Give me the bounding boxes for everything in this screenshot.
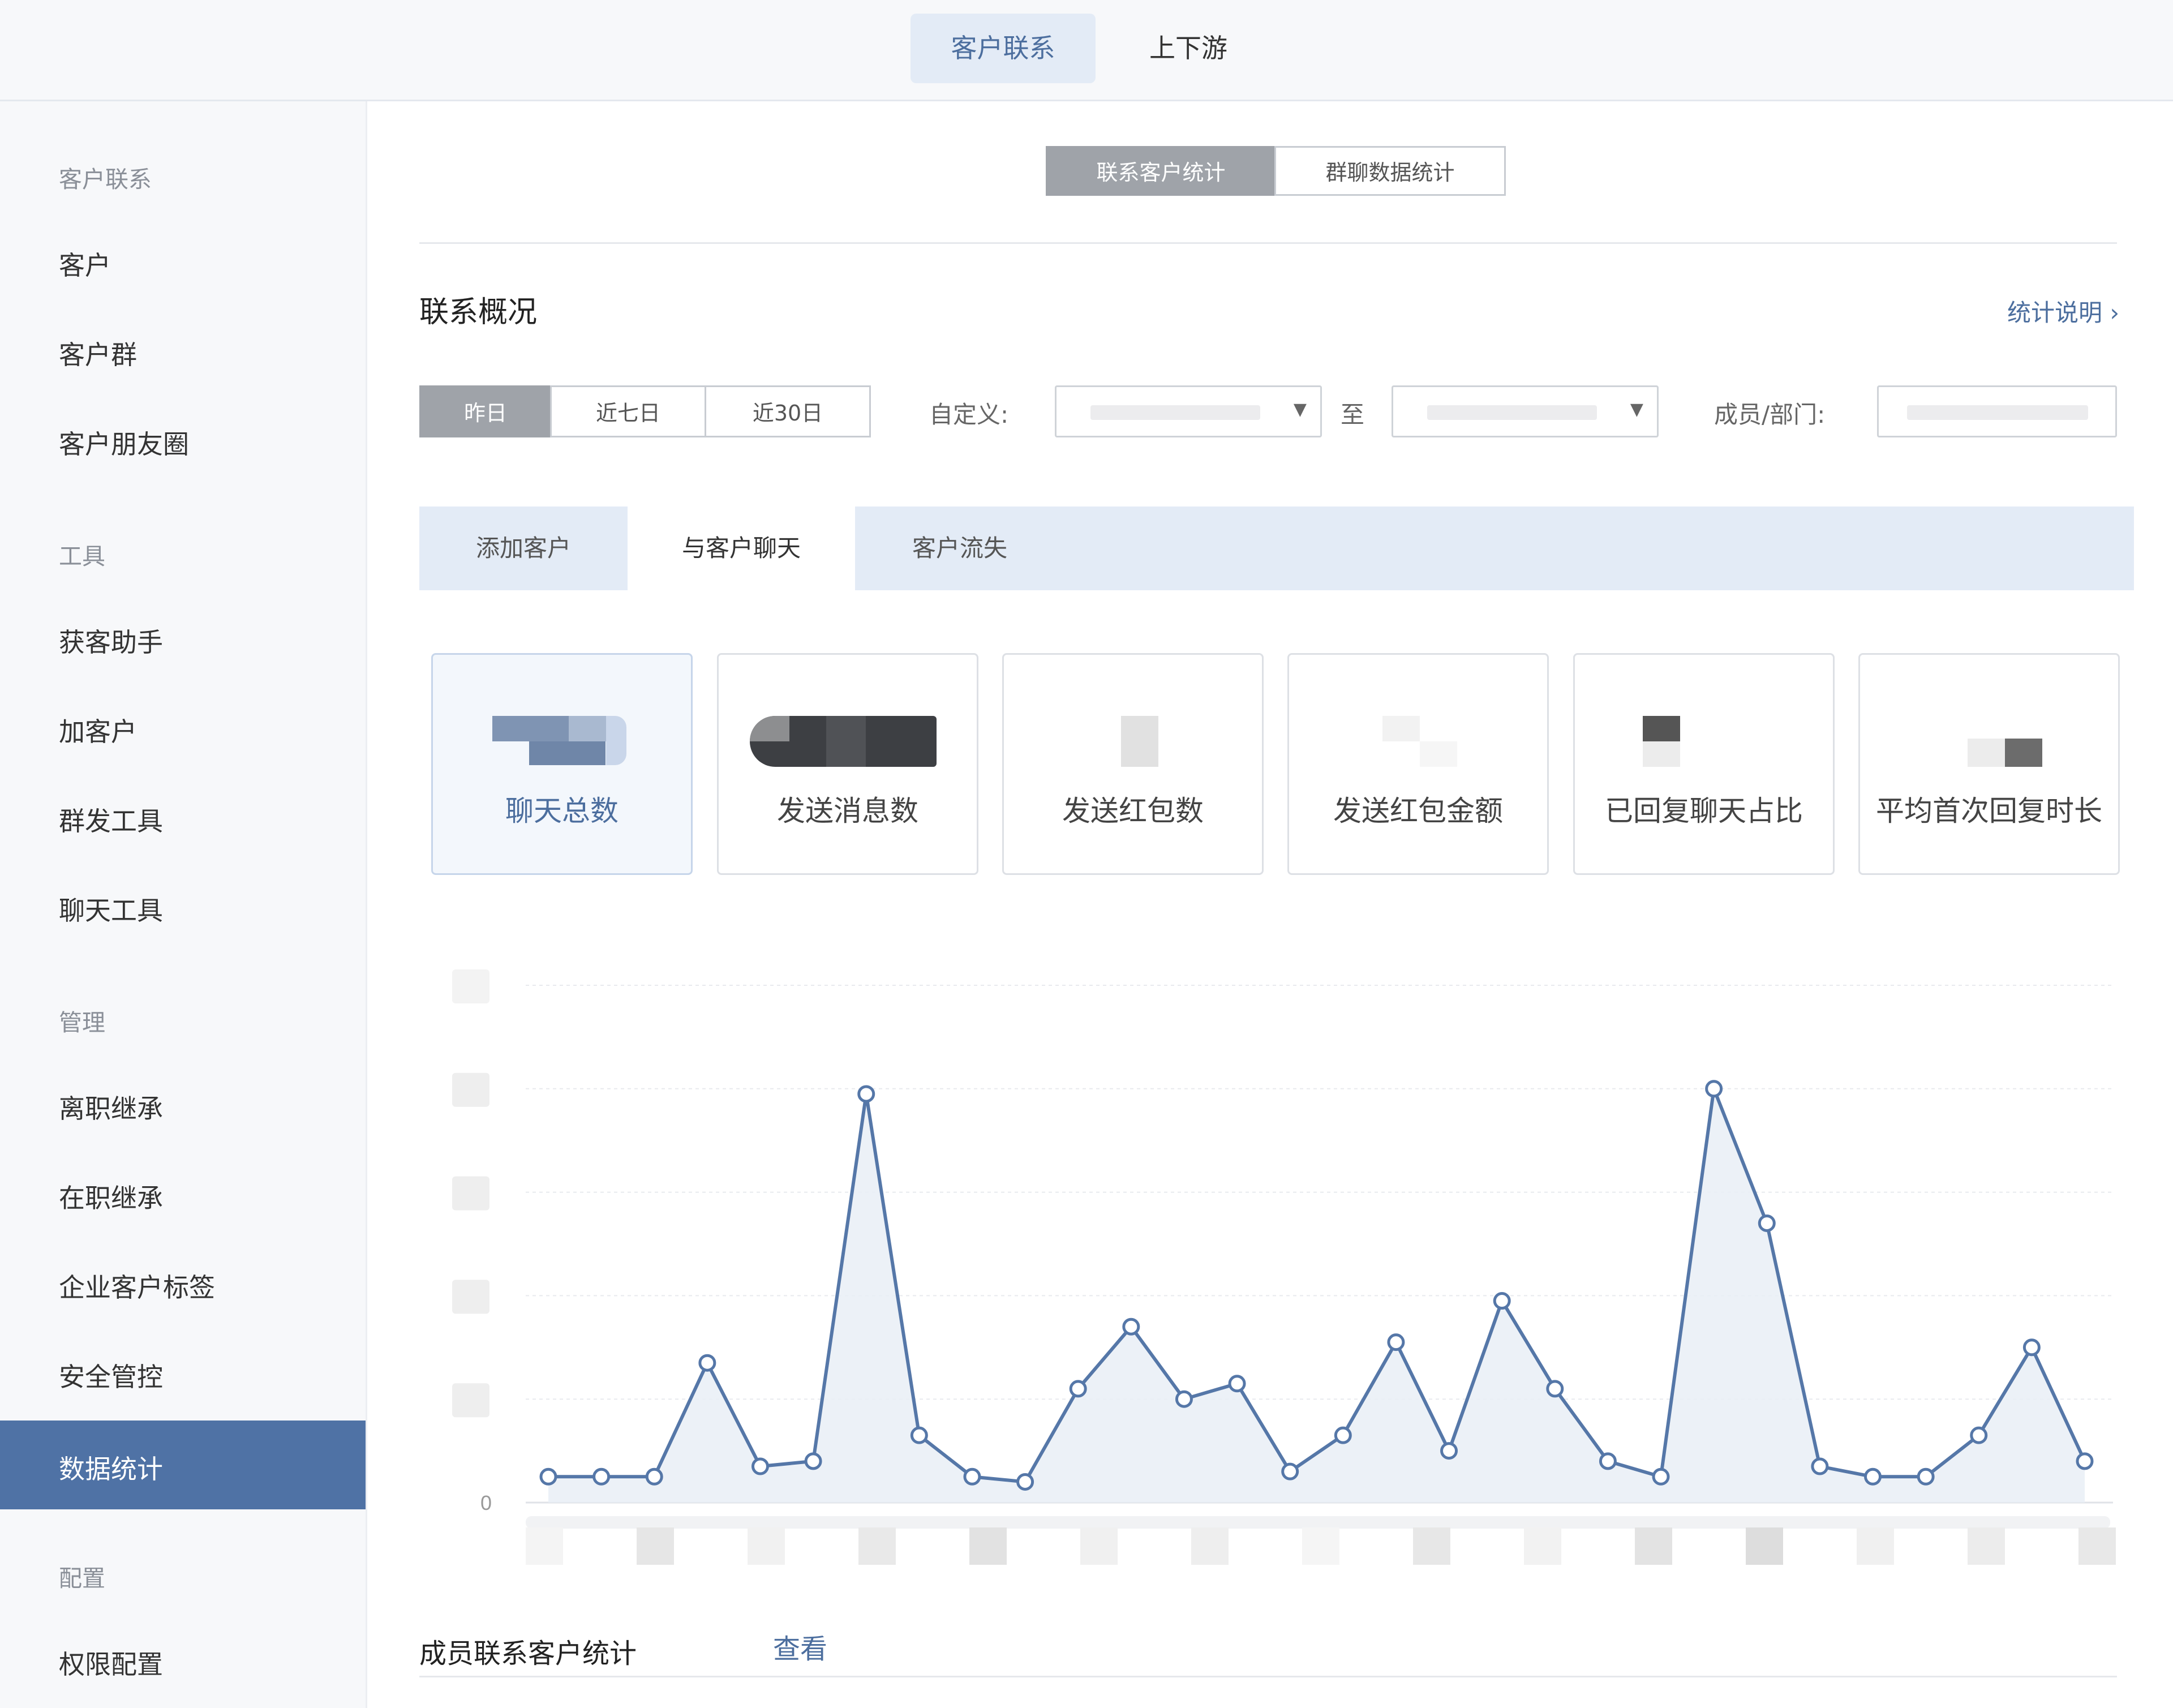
- x-tick-label-redacted: [858, 1527, 896, 1565]
- chart-point: [539, 1467, 557, 1486]
- y-tick-label-redacted: [452, 1072, 489, 1107]
- chart-point: [1546, 1380, 1564, 1398]
- sidebar: 客户联系 客户 客户群 客户朋友圈 工具 获客助手 加客户 群发工具 聊天工具 …: [0, 101, 367, 1708]
- sidebar-group-tools: 工具: [59, 543, 105, 570]
- chart-point: [1811, 1457, 1829, 1475]
- x-tick-label-redacted: [637, 1527, 674, 1565]
- chart-point: [1917, 1467, 1935, 1486]
- sidebar-item-chat-tools[interactable]: 聊天工具: [59, 890, 163, 928]
- y-tick-label-redacted: [452, 969, 489, 1003]
- chart-line: [548, 1082, 2086, 1484]
- chart-point: [1069, 1380, 1087, 1398]
- x-tick-label-redacted: [969, 1527, 1007, 1565]
- sidebar-item-customer-tags[interactable]: 企业客户标签: [59, 1267, 215, 1304]
- sidebar-group-customer-contact: 客户联系: [59, 166, 152, 193]
- chart-point: [1970, 1426, 1988, 1444]
- sidebar-item-label: 数据统计: [59, 1454, 163, 1484]
- x-tick-label-redacted: [1635, 1527, 1672, 1565]
- top-tab-upstream-downstream[interactable]: 上下游: [1123, 14, 1253, 83]
- chart-point: [1493, 1292, 1511, 1310]
- x-tick-label-redacted: [1524, 1527, 1561, 1565]
- sidebar-item-acquisition-assistant[interactable]: 获客助手: [59, 622, 163, 659]
- sidebar-item-moments[interactable]: 客户朋友圈: [59, 424, 189, 461]
- main-content: 联系客户统计 群聊数据统计 联系概况 统计说明 › 昨日 近七日 近30日 自定…: [367, 101, 2173, 1708]
- y-tick-label-redacted: [452, 1383, 489, 1418]
- member-stats-view-link[interactable]: 查看: [773, 1627, 827, 1666]
- x-tick-label-redacted: [1413, 1527, 1450, 1565]
- chart-point: [910, 1426, 928, 1444]
- sidebar-item-add-customer[interactable]: 加客户: [59, 711, 137, 749]
- x-tick-label-redacted: [1191, 1527, 1229, 1565]
- sidebar-item-data-statistics[interactable]: 数据统计: [0, 1421, 366, 1509]
- x-axis-band: [526, 1516, 2110, 1529]
- chart-point: [1228, 1375, 1246, 1393]
- chart-point: [963, 1467, 981, 1486]
- sidebar-item-customers[interactable]: 客户: [59, 245, 111, 282]
- x-tick-label-redacted: [2078, 1527, 2116, 1565]
- x-tick-label-redacted: [526, 1527, 563, 1565]
- x-tick-label-redacted: [1302, 1527, 1339, 1565]
- chart-x-axis: [526, 1516, 2116, 1565]
- chart-point: [857, 1085, 875, 1103]
- chart-point: [1387, 1333, 1405, 1351]
- chat-trend-chart: 0: [452, 969, 2116, 1565]
- chart-point: [1440, 1442, 1458, 1460]
- chart-point: [2076, 1452, 2094, 1470]
- sidebar-group-config: 配置: [59, 1565, 105, 1592]
- chart-point: [698, 1354, 716, 1372]
- chart-point: [1599, 1452, 1617, 1470]
- x-tick-label-redacted: [1080, 1527, 1118, 1565]
- chart-point: [1016, 1473, 1034, 1491]
- chart-point: [1334, 1426, 1352, 1444]
- sidebar-item-permissions[interactable]: 权限配置: [59, 1644, 163, 1681]
- y-tick-label-redacted: [452, 1280, 489, 1314]
- chart-point: [804, 1452, 822, 1470]
- x-tick-label-redacted: [1968, 1527, 2005, 1565]
- sidebar-group-management: 管理: [59, 1009, 105, 1036]
- chart-point: [1758, 1214, 1776, 1232]
- chart-point: [1705, 1080, 1723, 1098]
- x-tick-label-redacted: [1746, 1527, 1783, 1565]
- chart-point: [645, 1467, 663, 1486]
- top-tab-customer-contact[interactable]: 客户联系: [911, 14, 1096, 83]
- x-tick-label-redacted: [1857, 1527, 1894, 1565]
- sidebar-item-mass-send[interactable]: 群发工具: [59, 801, 163, 838]
- top-navigation: 客户联系 上下游: [0, 0, 2173, 101]
- chart-point: [592, 1467, 611, 1486]
- chart-point: [751, 1457, 769, 1475]
- y-tick-label-redacted: [452, 1176, 489, 1211]
- y-tick-label-0: 0: [480, 1491, 492, 1514]
- x-tick-label-redacted: [748, 1527, 785, 1565]
- chart-point: [1652, 1467, 1670, 1486]
- chart-point: [1864, 1467, 1882, 1486]
- chart-points: [539, 1080, 2094, 1491]
- sidebar-item-onjob-inheritance[interactable]: 在职继承: [59, 1178, 163, 1215]
- chart-point: [2022, 1338, 2041, 1357]
- member-stats-title: 成员联系客户统计: [419, 1638, 637, 1670]
- sidebar-item-resigned-inheritance[interactable]: 离职继承: [59, 1088, 163, 1126]
- chart-point: [1281, 1462, 1299, 1480]
- chart-y-axis: [452, 969, 489, 1418]
- chart-point: [1122, 1318, 1140, 1336]
- sidebar-item-customer-groups[interactable]: 客户群: [59, 334, 137, 372]
- divider: [419, 1676, 2117, 1677]
- chart-gridlines: [526, 985, 2113, 1504]
- sidebar-item-security[interactable]: 安全管控: [59, 1357, 163, 1394]
- chart-point: [1175, 1390, 1193, 1408]
